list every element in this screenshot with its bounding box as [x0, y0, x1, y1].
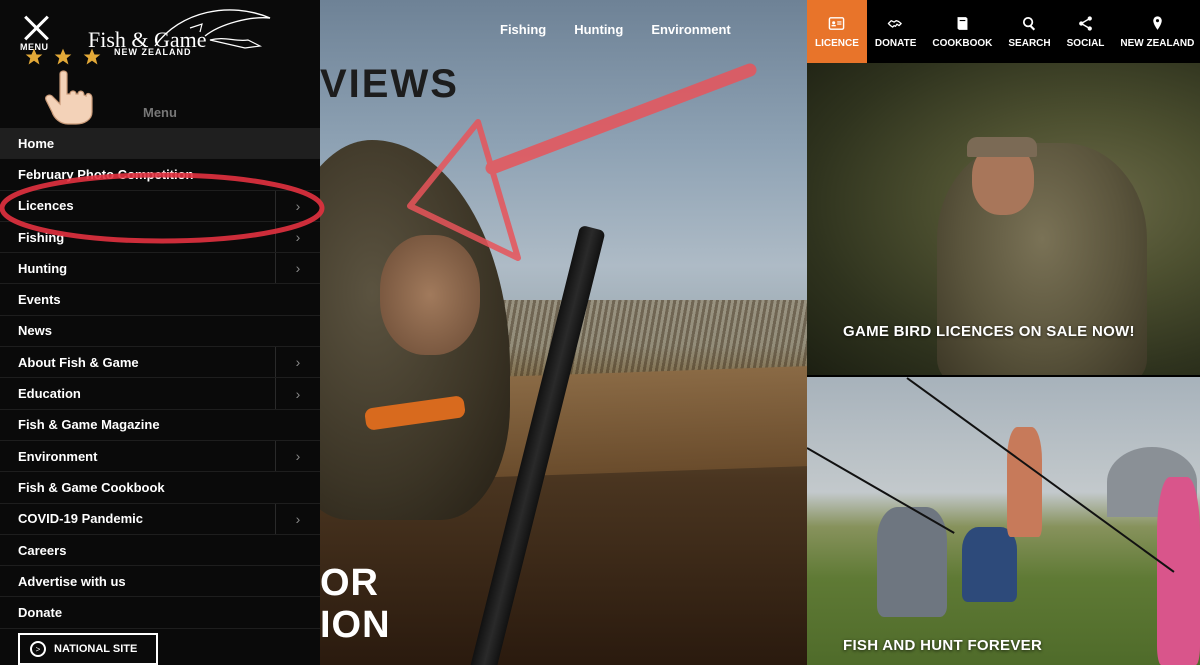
brand-subtitle: NEW ZEALAND — [114, 47, 192, 57]
chevron-right-icon[interactable]: › — [275, 221, 320, 253]
donate-label: DONATE — [874, 37, 917, 49]
cookbook-label: COOKBOOK — [932, 37, 993, 49]
menu-heading: Menu — [143, 105, 177, 120]
chevron-right-icon[interactable]: › — [275, 253, 320, 284]
menu-item-news[interactable]: News — [0, 315, 320, 348]
search-button[interactable]: SEARCH — [1000, 0, 1058, 63]
star-icon — [54, 48, 72, 65]
hero-title: VIEWS — [320, 62, 459, 106]
menu-item-events[interactable]: Events — [0, 284, 320, 316]
menu-item-careers[interactable]: Careers — [0, 534, 320, 567]
menu-item-label: Fish & Game Cookbook — [18, 479, 165, 495]
menu-item-environment[interactable]: Environment › — [0, 440, 320, 473]
top-navigation: Fishing Hunting Environment — [500, 22, 731, 37]
hero-subtitle-line2: ION — [320, 604, 391, 646]
promo-child-pink — [1157, 477, 1200, 665]
menu-item-cookbook[interactable]: Fish & Game Cookbook — [0, 472, 320, 504]
donate-button[interactable]: DONATE — [867, 0, 924, 63]
menu-item-label: Environment — [18, 448, 98, 464]
chevron-right-icon[interactable]: › — [275, 440, 320, 472]
national-site-button[interactable]: > NATIONAL SITE — [18, 633, 158, 665]
new-zealand-label: NEW ZEALAND — [1120, 37, 1195, 49]
side-menu: MENU Fish & Game NEW ZEALAND Menu Home F… — [0, 0, 320, 665]
topnav-link-environment[interactable]: Environment — [651, 22, 730, 37]
menu-item-covid-19-pandemic[interactable]: COVID-19 Pandemic › — [0, 503, 320, 535]
menu-item-label: COVID-19 Pandemic — [18, 511, 143, 527]
chevron-right-icon[interactable]: › — [275, 378, 320, 409]
menu-item-home[interactable]: Home — [0, 128, 320, 160]
menu-item-hunting[interactable]: Hunting › — [0, 253, 320, 285]
promo-top-caption: GAME BIRD LICENCES ON SALE NOW! — [843, 323, 1135, 340]
topnav-link-fishing[interactable]: Fishing — [500, 22, 546, 37]
star-icon — [83, 48, 101, 65]
close-icon[interactable] — [22, 14, 50, 42]
utility-icon-bar: LICENCE DONATE COOKBOOK SEARCH SOCIAL NE… — [807, 0, 1200, 63]
menu-item-label: About Fish & Game — [18, 354, 139, 370]
share-icon — [1079, 15, 1092, 31]
menu-item-education[interactable]: Education › — [0, 378, 320, 410]
rating-stars — [24, 47, 102, 67]
national-site-label: NATIONAL SITE — [54, 643, 138, 655]
menu-item-february-photo-competition[interactable]: February Photo Competition — [0, 159, 320, 191]
menu-item-label: February Photo Competition — [18, 166, 194, 182]
hero-subtitle-line1: OR — [320, 562, 379, 604]
menu-item-fishing[interactable]: Fishing › — [0, 221, 320, 254]
search-label: SEARCH — [1008, 37, 1051, 49]
social-button[interactable]: SOCIAL — [1059, 0, 1113, 63]
menu-item-label: Donate — [18, 605, 63, 621]
menu-item-label: Education — [18, 386, 81, 402]
pointing-hand-icon — [45, 70, 93, 125]
menu-item-label: Hunting — [18, 260, 68, 276]
promo-bottom-caption: FISH AND HUNT FOREVER — [843, 637, 1043, 654]
menu-item-label: Fishing — [18, 229, 65, 245]
handshake-icon — [887, 19, 902, 28]
social-label: SOCIAL — [1066, 37, 1105, 49]
map-pin-icon — [1153, 15, 1162, 30]
menu-item-about-fish-and-game[interactable]: About Fish & Game › — [0, 347, 320, 379]
chevron-right-icon[interactable]: › — [275, 503, 320, 534]
cookbook-button[interactable]: COOKBOOK — [924, 0, 1000, 63]
promo-hunter-figure — [937, 143, 1147, 375]
menu-item-magazine[interactable]: Fish & Game Magazine — [0, 409, 320, 441]
promo-fish-and-hunt-forever[interactable]: FISH AND HUNT FOREVER — [807, 377, 1200, 665]
menu-item-label: Careers — [18, 542, 67, 558]
licence-card-icon — [829, 16, 845, 30]
chevron-right-icon[interactable]: › — [275, 190, 320, 221]
menu-item-label: Home — [18, 135, 55, 151]
licence-label: LICENCE — [815, 37, 859, 49]
search-icon — [1022, 16, 1036, 31]
licence-button[interactable]: LICENCE — [807, 0, 867, 63]
new-zealand-button[interactable]: NEW ZEALAND — [1112, 0, 1200, 63]
chevron-circle-right-icon: > — [30, 641, 46, 657]
menu-item-licences[interactable]: Licences › — [0, 190, 320, 222]
menu-item-donate[interactable]: Donate — [0, 597, 320, 629]
menu-item-label: Licences — [18, 198, 74, 214]
promo-child-blue — [962, 527, 1017, 602]
menu-item-label: Fish & Game Magazine — [18, 417, 160, 433]
menu-item-label: Advertise with us — [18, 573, 126, 589]
menu-item-label: News — [18, 323, 52, 339]
menu-list: Home February Photo Competition Licences… — [0, 128, 320, 629]
menu-item-label: Events — [18, 292, 61, 308]
promo-child-standing — [1007, 427, 1042, 537]
promo-game-bird-licences[interactable]: GAME BIRD LICENCES ON SALE NOW! — [807, 63, 1200, 375]
menu-item-advertise[interactable]: Advertise with us — [0, 566, 320, 598]
chevron-right-icon[interactable]: › — [275, 347, 320, 378]
hero-hand — [380, 235, 480, 355]
topnav-link-hunting[interactable]: Hunting — [574, 22, 623, 37]
promo-hunter-cap — [967, 137, 1037, 157]
star-icon — [25, 48, 43, 65]
book-icon — [957, 16, 968, 30]
